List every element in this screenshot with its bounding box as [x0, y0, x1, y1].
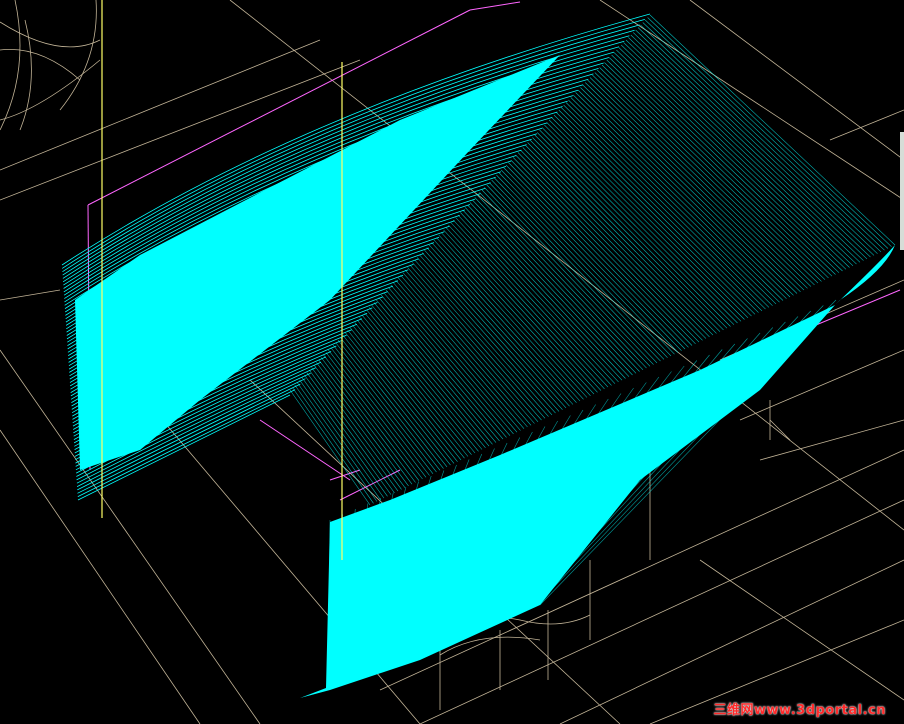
surface-hatch-line: [642, 22, 885, 251]
surface-hatch-line: [573, 94, 784, 301]
surface-hatch-line: [390, 284, 518, 433]
surface-hatch-line: [359, 317, 472, 455]
surface-hatch-line: [594, 72, 815, 286]
surface-hatch-line: [621, 44, 854, 266]
surface-hatch-line: [534, 134, 728, 329]
scroll-indicator[interactable]: [900, 132, 904, 250]
surface-hatch-line: [380, 294, 504, 440]
surface-hatch-line: [513, 157, 696, 344]
surface-hatch-line: [609, 57, 836, 275]
left-surface-fill: [75, 55, 560, 470]
surface-hatch-line: [498, 172, 675, 355]
surface-hatch-line: [404, 269, 539, 422]
surface-hatch-line: [623, 42, 857, 265]
surface-hatch-line: [510, 159, 693, 346]
surface-hatch-line: [330, 347, 430, 476]
surface-hatch-line: [462, 209, 623, 381]
surface-hatch-line: [438, 234, 588, 398]
surface-hatch-line: [606, 59, 833, 277]
surface-hatch-line: [368, 307, 486, 448]
surface-hatch-line: [645, 19, 889, 249]
surface-hatch-line: [426, 247, 570, 407]
surface-hatch-line: [474, 197, 640, 372]
surface-hatch-line: [301, 377, 388, 497]
surface-hatch-line: [613, 52, 843, 272]
surface-hatch-line: [585, 82, 801, 292]
surface-hatch-line: [477, 194, 644, 370]
surface-hatch-line: [440, 232, 591, 396]
cad-3d-viewport[interactable]: 三维网www.3dportal.cn: [0, 0, 904, 724]
surface-hatch-line: [577, 89, 791, 298]
surface-hatch-line: [537, 132, 731, 327]
surface-hatch-line: [469, 202, 633, 376]
surface-hatch-line: [371, 304, 490, 447]
surface-hatch-line: [570, 97, 780, 303]
surface-hatch-line: [328, 349, 427, 478]
surface-hatch-line: [464, 207, 626, 379]
surface-hatch-line: [392, 282, 521, 431]
surface-hatch-line: [433, 239, 581, 402]
surface-hatch-line: [505, 164, 686, 350]
surface-hatch-line: [294, 384, 378, 502]
surface-hatch-line: [618, 47, 850, 268]
surface-hatch-line: [541, 127, 738, 324]
surface-hatch-line: [647, 17, 892, 247]
surface-hatch-line: [582, 84, 798, 294]
surface-hatch-line: [549, 119, 749, 318]
surface-hatch-line: [649, 14, 896, 246]
surface-hatch-line: [335, 342, 437, 473]
watermark-cn: 三维网: [713, 703, 755, 718]
surface-hatch-line: [630, 34, 868, 260]
surface-hatch-line: [347, 329, 455, 464]
surface-hatch-line: [611, 54, 840, 273]
watermark: 三维网www.3dportal.cn: [714, 699, 887, 718]
surface-hatch-line: [501, 169, 679, 353]
surface-hatch-line: [428, 244, 574, 405]
watermark-site: www.3dportal.cn: [754, 703, 886, 718]
surface-hatch-line: [296, 382, 381, 500]
surface-hatch-line: [397, 277, 528, 428]
surface-hatch-line: [364, 312, 479, 452]
surface-hatch-line: [416, 257, 556, 414]
surface-hatch-line: [546, 122, 745, 320]
surface-hatch-line: [356, 319, 469, 457]
swept-surfaces[interactable]: [61, 13, 896, 698]
viewport-canvas[interactable]: [0, 0, 904, 724]
